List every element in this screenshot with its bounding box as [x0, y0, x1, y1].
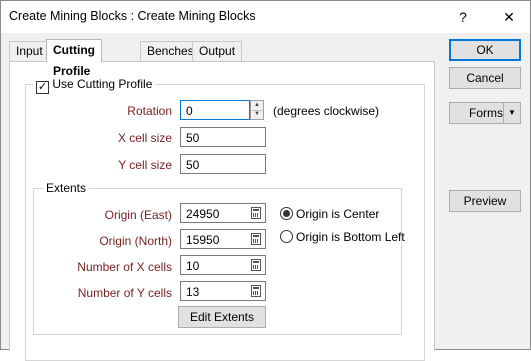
preview-button[interactable]: Preview — [449, 190, 521, 212]
window-title: Create Mining Blocks : Create Mining Blo… — [9, 9, 256, 23]
rotation-spinner[interactable]: ▲ ▼ — [250, 100, 264, 120]
tab-panel: ✓ Use Cutting Profile Rotation 0 ▲ ▼ (de… — [9, 61, 435, 361]
title-bar: Create Mining Blocks : Create Mining Blo… — [1, 1, 530, 33]
tab-output[interactable]: Output — [192, 41, 243, 61]
origin-north-label: Origin (North) — [99, 234, 172, 248]
x-cell-size-input[interactable]: 50 — [180, 127, 266, 147]
close-button[interactable]: ✕ — [495, 5, 523, 29]
ok-button[interactable]: OK — [449, 39, 521, 61]
dialog-window: Create Mining Blocks : Create Mining Blo… — [0, 0, 531, 361]
extents-legend: Extents — [43, 181, 90, 195]
origin-bottom-left-label[interactable]: Origin is Bottom Left — [296, 230, 405, 244]
help-button[interactable]: ? — [449, 5, 477, 29]
chevron-down-icon[interactable]: ▼ — [503, 103, 520, 123]
calculator-icon[interactable] — [251, 233, 261, 245]
x-cell-size-label: X cell size — [117, 131, 172, 145]
calculator-icon[interactable] — [251, 207, 261, 219]
cancel-button[interactable]: Cancel — [449, 67, 521, 89]
tab-input[interactable]: Input — [9, 41, 50, 61]
y-cell-size-input[interactable]: 50 — [180, 154, 266, 174]
tab-cutting-profile[interactable]: Cutting Profile — [46, 39, 102, 78]
rotation-label: Rotation — [127, 104, 172, 118]
number-y-cells-label: Number of Y cells — [77, 286, 172, 300]
y-cell-size-label: Y cell size — [118, 158, 172, 172]
use-cutting-profile-legend: ✓ Use Cutting Profile — [33, 77, 156, 94]
rotation-unit: (degrees clockwise) — [273, 104, 380, 118]
calculator-icon[interactable] — [251, 259, 261, 271]
number-x-cells-label: Number of X cells — [77, 260, 172, 274]
edit-extents-button[interactable]: Edit Extents — [178, 306, 266, 328]
forms-button[interactable]: Forms ▼ — [449, 102, 521, 124]
forms-label: Forms — [469, 106, 503, 120]
rotation-input[interactable]: 0 — [180, 100, 250, 120]
spin-down-icon[interactable]: ▼ — [251, 110, 263, 119]
origin-center-radio[interactable] — [280, 207, 293, 220]
origin-bottom-left-radio[interactable] — [280, 230, 293, 243]
calculator-icon[interactable] — [251, 285, 261, 297]
origin-center-label[interactable]: Origin is Center — [296, 207, 379, 221]
use-cutting-profile-checkbox[interactable]: ✓ — [36, 81, 49, 94]
origin-east-label: Origin (East) — [104, 208, 172, 222]
